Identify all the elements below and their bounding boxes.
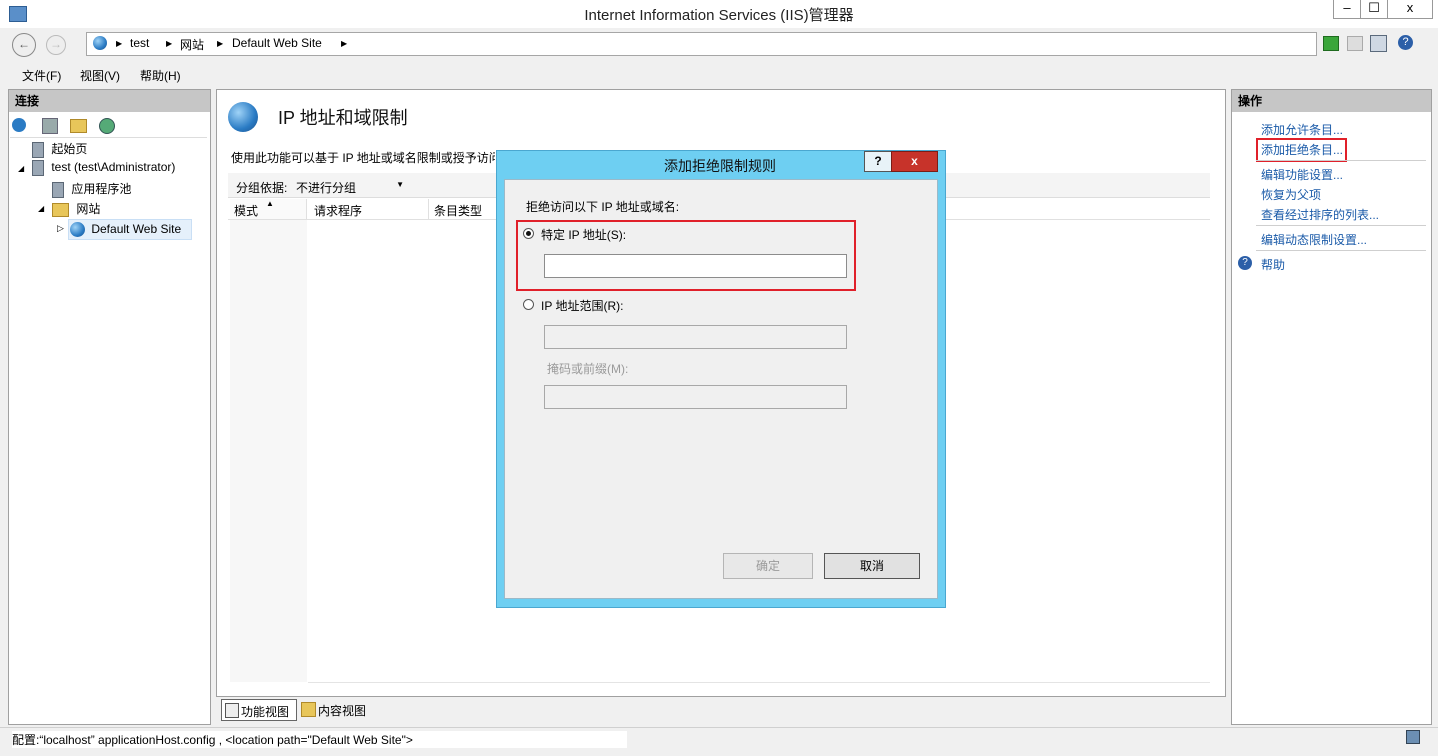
tab-content-view[interactable]: 内容视图 bbox=[299, 699, 371, 719]
crumb-server[interactable]: test bbox=[130, 36, 149, 50]
back-button[interactable]: ← bbox=[12, 33, 36, 57]
tree-label: 网站 bbox=[76, 202, 101, 216]
toolbar-divider bbox=[10, 137, 207, 138]
radio-dot bbox=[526, 231, 531, 236]
tree-item-sites[interactable]: 网站 bbox=[52, 200, 100, 217]
column-label: 模式 bbox=[234, 204, 259, 218]
specific-ip-radio[interactable] bbox=[523, 228, 534, 239]
tree-item-default-site[interactable]: Default Web Site bbox=[68, 219, 192, 240]
mask-label: 掩码或前缀(M): bbox=[547, 362, 629, 376]
crumb-site[interactable]: Default Web Site bbox=[232, 36, 322, 50]
dialog-help-button[interactable]: ? bbox=[864, 151, 892, 172]
crumb-sites[interactable]: 网站 bbox=[180, 36, 204, 53]
menu-bar bbox=[0, 62, 1438, 86]
ip-range-input[interactable] bbox=[544, 325, 847, 349]
save-icon[interactable] bbox=[42, 118, 58, 134]
actions-title: 操作 bbox=[1232, 90, 1431, 112]
close-button[interactable]: x bbox=[1387, 0, 1433, 19]
minimize-button[interactable]: – bbox=[1333, 0, 1361, 19]
action-view-ordered-list[interactable]: 查看经过排序的列表... bbox=[1261, 206, 1379, 223]
refresh-icon[interactable] bbox=[1323, 36, 1339, 51]
tab-feature-view[interactable]: 功能视图 bbox=[221, 699, 297, 721]
action-help[interactable]: 帮助 bbox=[1261, 256, 1285, 273]
column-entry-type[interactable]: 条目类型 bbox=[430, 199, 496, 219]
group-select[interactable]: 不进行分组 ▼ bbox=[294, 176, 406, 195]
group-select-value: 不进行分组 bbox=[296, 181, 357, 195]
title-bar: Internet Information Services (IIS)管理器 –… bbox=[0, 0, 1438, 28]
dialog-close-button[interactable]: x bbox=[891, 151, 938, 172]
tree-item-start[interactable]: 起始页 bbox=[32, 140, 87, 158]
menu-help[interactable]: 帮助(H) bbox=[140, 67, 181, 84]
disconnect-icon[interactable] bbox=[99, 118, 115, 134]
action-edit-dynamic-settings[interactable]: 编辑动态限制设置... bbox=[1261, 231, 1367, 248]
mask-input[interactable] bbox=[544, 385, 847, 409]
tab-label: 功能视图 bbox=[241, 705, 290, 719]
page-title: IP 地址和域限制 bbox=[278, 108, 408, 128]
tree-item-server[interactable]: test (test\Administrator) bbox=[32, 160, 175, 176]
globe-icon bbox=[93, 36, 107, 50]
action-add-allow[interactable]: 添加允许条目... bbox=[1261, 121, 1343, 138]
actions-panel: 操作 bbox=[1231, 89, 1432, 725]
group-label: 分组依据: bbox=[236, 181, 288, 195]
actions-divider bbox=[1256, 160, 1426, 161]
ip-range-label: IP 地址范围(R): bbox=[541, 299, 624, 313]
help-icon[interactable]: ? bbox=[1398, 35, 1413, 50]
status-text: 配置:“localhost” applicationHost.config , … bbox=[12, 731, 627, 748]
cancel-button[interactable]: 取消 bbox=[824, 553, 920, 579]
tree-expander-icon[interactable]: ◢ bbox=[38, 204, 44, 213]
chevron-down-icon: ▼ bbox=[396, 180, 404, 189]
up-folder-icon[interactable] bbox=[70, 119, 87, 133]
column-label: 条目类型 bbox=[434, 204, 483, 218]
sort-up-icon: ▲ bbox=[266, 199, 274, 208]
tree-expander-icon[interactable]: ◢ bbox=[18, 164, 24, 173]
help-circle-icon: ? bbox=[1238, 256, 1252, 270]
tree-expander-icon[interactable]: ▷ bbox=[57, 223, 64, 234]
actions-divider bbox=[1256, 225, 1426, 226]
tree-label: test (test\Administrator) bbox=[51, 160, 176, 175]
crumb-arrow-icon: ▶ bbox=[217, 39, 224, 48]
stop-icon[interactable] bbox=[1347, 36, 1363, 51]
specific-ip-input[interactable] bbox=[544, 254, 847, 278]
tree-item-apppools[interactable]: 应用程序池 bbox=[52, 180, 131, 198]
window-title: Internet Information Services (IIS)管理器 bbox=[584, 7, 854, 24]
crumb-arrow-icon: ▶ bbox=[116, 39, 123, 48]
status-network-icon bbox=[1406, 730, 1420, 744]
column-mode[interactable]: 模式 ▲ bbox=[230, 199, 307, 219]
action-add-deny[interactable]: 添加拒绝条目... bbox=[1261, 141, 1343, 158]
tab-label: 内容视图 bbox=[318, 704, 367, 718]
actions-divider bbox=[1256, 250, 1426, 251]
menu-view[interactable]: 视图(V) bbox=[80, 67, 120, 84]
crumb-arrow-icon: ▶ bbox=[341, 39, 348, 48]
feature-globe-icon bbox=[228, 102, 258, 132]
server-icon bbox=[32, 160, 44, 176]
column-label: 请求程序 bbox=[314, 204, 363, 218]
site-globe-icon bbox=[70, 222, 85, 238]
action-revert-to-parent[interactable]: 恢复为父项 bbox=[1261, 186, 1321, 203]
list-body-sorted-column bbox=[230, 220, 307, 682]
specific-ip-label: 特定 IP 地址(S): bbox=[541, 228, 627, 242]
menu-file[interactable]: 文件(F) bbox=[22, 67, 61, 84]
home-icon[interactable] bbox=[1370, 35, 1387, 52]
connections-title: 连接 bbox=[9, 90, 210, 112]
action-edit-feature-settings[interactable]: 编辑功能设置... bbox=[1261, 166, 1343, 183]
content-view-icon bbox=[301, 702, 316, 717]
connect-icon[interactable] bbox=[12, 118, 26, 132]
ok-button[interactable]: 确定 bbox=[723, 553, 813, 579]
forward-button[interactable]: → bbox=[46, 35, 66, 55]
start-page-icon bbox=[32, 141, 44, 158]
tree-label: 应用程序池 bbox=[71, 182, 132, 196]
column-requester[interactable]: 请求程序 bbox=[308, 199, 429, 219]
dialog-prompt: 拒绝访问以下 IP 地址或域名: bbox=[526, 200, 680, 214]
ip-range-radio[interactable] bbox=[523, 299, 534, 310]
tree-label: Default Web Site bbox=[91, 222, 182, 236]
crumb-arrow-icon: ▶ bbox=[166, 39, 173, 48]
feature-view-icon bbox=[225, 703, 239, 718]
feature-description: 使用此功能可以基于 IP 地址或域名限制或授予访问 bbox=[231, 151, 495, 165]
maximize-button[interactable]: ☐ bbox=[1360, 0, 1388, 19]
tree-label: 起始页 bbox=[51, 142, 88, 156]
folder-icon bbox=[52, 202, 69, 217]
app-pool-icon bbox=[52, 181, 64, 198]
